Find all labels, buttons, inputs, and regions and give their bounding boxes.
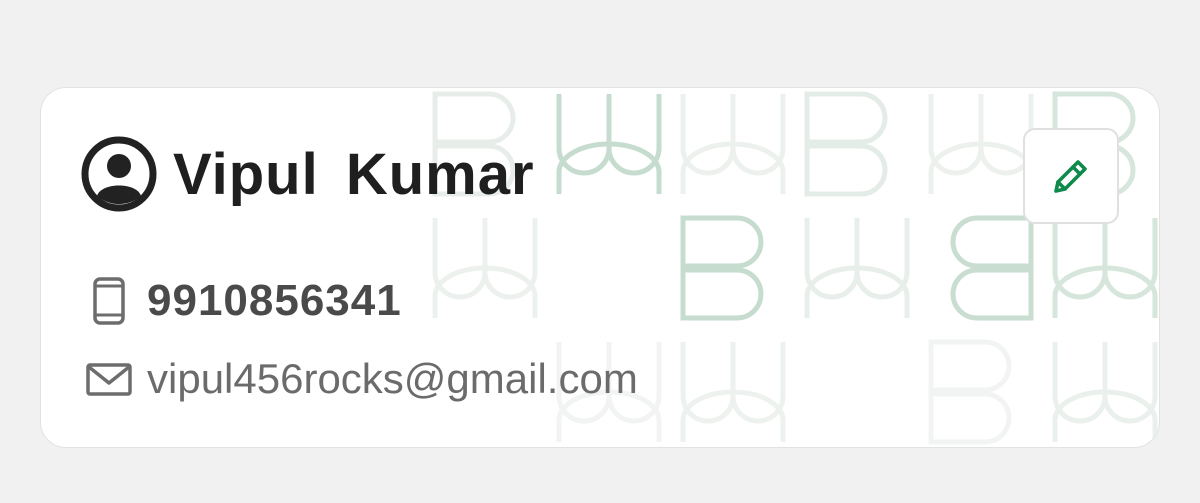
edit-profile-button[interactable] <box>1023 128 1119 224</box>
profile-card: Vipul Kumar 9910856341 vipul456rocks@gma… <box>40 87 1160 448</box>
envelope-icon <box>86 363 132 396</box>
name-row: Vipul Kumar <box>81 135 535 213</box>
user-circle-icon <box>81 136 157 212</box>
mobile-phone-icon <box>93 277 125 325</box>
profile-name: Vipul Kumar <box>173 141 535 207</box>
phone-number: 9910856341 <box>147 276 402 325</box>
pencil-icon <box>1054 160 1087 193</box>
email-address: vipul456rocks@gmail.com <box>147 355 638 402</box>
phone-row: 9910856341 <box>85 276 402 326</box>
email-row: vipul456rocks@gmail.com <box>85 354 638 404</box>
